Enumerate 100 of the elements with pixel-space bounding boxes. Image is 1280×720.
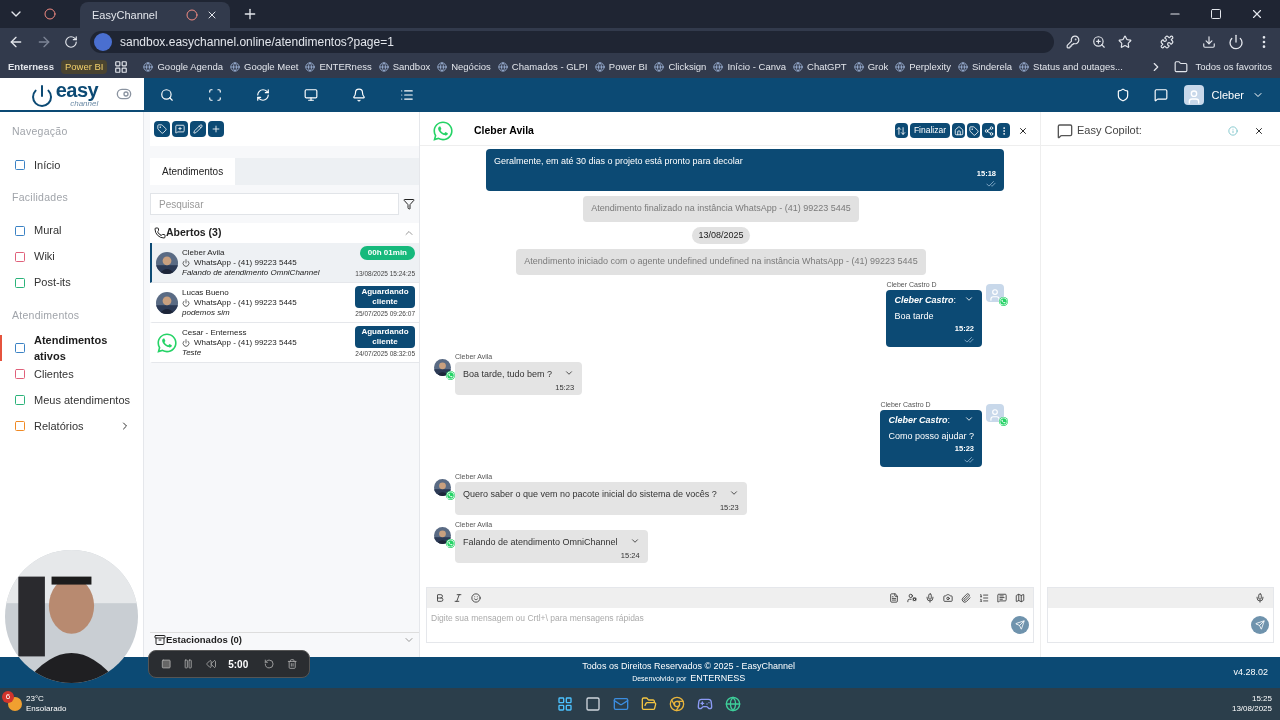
refresh-icon[interactable] [256,88,270,102]
bookmark[interactable]: Google Meet [230,59,299,75]
search-icon[interactable] [160,88,174,102]
chat-icon[interactable] [1153,88,1168,102]
bookmark[interactable]: Chamados - GLPI [497,59,588,75]
bookmark[interactable]: Sinderela [957,59,1013,75]
start-icon[interactable] [557,696,574,712]
bold-icon[interactable] [435,593,445,603]
bookmark[interactable]: Início - Canva [713,59,787,75]
back-icon[interactable] [8,34,24,50]
quick-reply-icon[interactable] [997,593,1007,603]
nav-item[interactable]: Relatórios [0,413,143,440]
delete-icon[interactable] [286,658,297,670]
add-button[interactable] [208,121,224,137]
close-icon[interactable] [1250,7,1264,21]
rewind-icon[interactable] [205,658,217,670]
nav-item[interactable]: Meus atendimentos [0,387,143,414]
pause-icon[interactable] [183,658,194,670]
fullscreen-icon[interactable] [208,88,222,102]
zoom-icon[interactable] [1092,35,1106,49]
browser-icon[interactable] [669,696,686,712]
sort-button[interactable] [894,123,908,138]
new-chat-button[interactable] [172,121,188,137]
monitor-icon[interactable] [304,88,318,102]
reload-icon[interactable] [64,35,78,49]
bookmark[interactable]: Clicksign [654,59,707,75]
bookmark[interactable]: Perplexity [895,59,951,75]
share-button[interactable] [982,123,995,138]
attach-icon[interactable] [961,593,971,603]
toggle-icon[interactable] [116,86,132,102]
bell-icon[interactable] [352,88,366,102]
bookmark[interactable]: ChatGPT [793,59,847,75]
caret-icon[interactable] [564,368,575,378]
message-field[interactable]: Digite sua mensagem ou Crtl+\ para mensagens rápidas [431,612,1011,625]
bookmark[interactable]: Todos os favoritos [1195,59,1272,75]
new-tab-icon[interactable] [242,6,258,22]
site-info-icon[interactable] [94,33,112,51]
nav-item[interactable]: Wiki [0,243,143,270]
close-icon[interactable] [1254,125,1264,136]
search-field[interactable]: Pesquisar [150,193,399,215]
italic-icon[interactable] [453,593,463,603]
apps-icon[interactable] [114,60,129,74]
bookmark[interactable]: Power BI [60,59,108,75]
caret-icon[interactable] [728,488,739,498]
folder-icon[interactable] [641,696,658,712]
tag-button[interactable] [154,121,170,137]
profile-icon[interactable] [1228,34,1244,50]
browser-tab[interactable]: EasyChannel [80,2,230,28]
bookmark[interactable]: Power BI [594,59,648,75]
record-icon[interactable] [44,8,56,20]
nav-item[interactable]: Post-its [0,269,143,296]
app-icon[interactable] [585,696,602,712]
key-icon[interactable] [1066,35,1080,49]
emoji-icon[interactable] [471,593,481,603]
credit-link[interactable]: ENTERNESS [690,672,746,684]
nav-item[interactable]: Clientes [0,361,143,388]
user-menu[interactable]: Cleber [1183,85,1264,105]
mic-icon[interactable] [925,593,935,603]
home-button[interactable] [952,123,965,138]
group-header[interactable]: Estacionados (0) [150,632,419,647]
download-icon[interactable] [1202,35,1216,49]
close-icon[interactable] [1018,125,1028,136]
contact-icon[interactable] [907,593,917,603]
list-icon[interactable] [979,593,989,603]
browser-icon[interactable] [725,696,742,712]
restore-icon[interactable] [1210,8,1222,20]
nav-item[interactable]: Início [0,151,143,178]
bookmark[interactable]: Negócios [437,59,491,75]
mic-icon[interactable] [1255,593,1265,603]
bookmark[interactable]: Grok [853,59,889,75]
pencil-icon [193,124,203,134]
star-icon[interactable] [1118,35,1132,49]
list-tab[interactable]: Atendimentos [150,158,236,185]
version-text: v4.28.02 [1233,665,1268,679]
stop-icon[interactable] [161,658,172,670]
more-button[interactable] [997,123,1010,138]
filter-icon[interactable] [403,198,415,210]
send-button[interactable] [1251,616,1269,634]
bookmark[interactable]: Enterness [8,59,54,75]
nav-item[interactable]: Mural [0,217,143,244]
camera-icon[interactable] [943,593,953,603]
map-icon[interactable] [1015,593,1025,603]
send-button[interactable] [1011,616,1029,634]
finish-button[interactable]: Finalizar [909,123,950,138]
list-icon[interactable] [400,88,414,102]
restart-icon[interactable] [264,658,275,670]
bookmark[interactable]: ENTERness [305,59,372,75]
edit-button[interactable] [190,121,206,137]
document-icon[interactable] [889,593,899,603]
mail-icon[interactable] [613,696,630,712]
bookmark[interactable]: Sandbox [378,59,431,75]
extensions-icon[interactable] [1160,35,1174,49]
forward-icon[interactable] [36,34,52,50]
group-header[interactable]: Abertos (3) [150,223,419,243]
address-bar[interactable]: sandbox.easychannel.online/atendimentos?page=1 [90,31,1054,53]
bookmark[interactable]: Google Agenda [143,59,223,75]
shield-icon[interactable] [1115,88,1130,102]
tag-button[interactable] [967,123,980,138]
bookmark[interactable]: Status and outages... [1019,59,1123,75]
close-icon[interactable] [206,9,218,21]
